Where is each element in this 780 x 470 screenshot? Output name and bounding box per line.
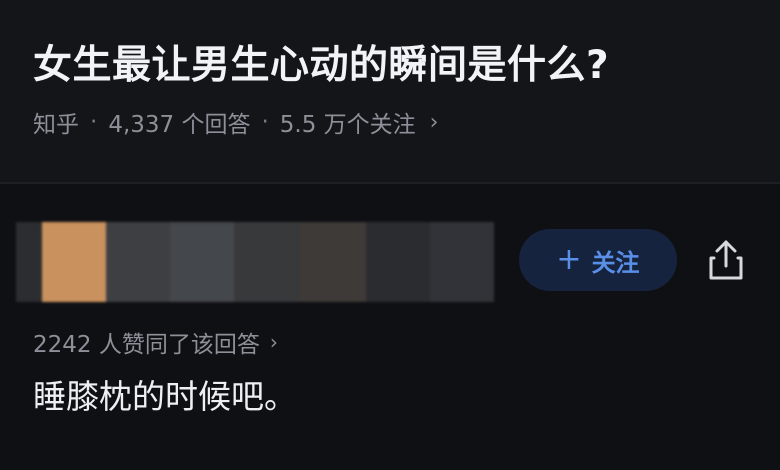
answers-count: 4,337 个回答 xyxy=(108,112,251,138)
answer-card: + 关注 2242 人赞同了该回答 › 睡膝枕的时候吧。 xyxy=(0,184,780,470)
chevron-right-icon: › xyxy=(269,330,278,354)
chevron-right-icon: › xyxy=(429,109,439,135)
follow-button[interactable]: + 关注 xyxy=(519,229,677,291)
blur-block xyxy=(366,222,430,302)
avatar xyxy=(42,222,106,302)
source-label: 知乎 xyxy=(33,112,79,138)
blur-block xyxy=(16,222,42,302)
share-button[interactable] xyxy=(700,234,752,286)
blur-block xyxy=(234,222,300,302)
answer-body: 睡膝枕的时候吧。 xyxy=(33,377,297,416)
share-icon xyxy=(709,240,743,280)
blur-block xyxy=(430,222,494,302)
meta-separator: · xyxy=(261,109,269,135)
author-info-blurred[interactable] xyxy=(16,222,494,302)
plus-icon: + xyxy=(556,242,582,277)
question-meta[interactable]: 知乎 · 4,337 个回答 · 5.5 万个关注 › xyxy=(33,104,438,140)
follow-label: 关注 xyxy=(591,248,640,277)
question-header: 女生最让男生心动的瞬间是什么? 知乎 · 4,337 个回答 · 5.5 万个关… xyxy=(0,0,780,182)
blur-block xyxy=(300,222,366,302)
blur-block xyxy=(170,222,234,302)
question-title[interactable]: 女生最让男生心动的瞬间是什么? xyxy=(33,38,609,94)
followers-count: 5.5 万个关注 xyxy=(279,112,416,138)
upvote-text: 2242 人赞同了该回答 xyxy=(33,332,260,358)
meta-separator: · xyxy=(90,109,98,135)
upvote-info[interactable]: 2242 人赞同了该回答 › xyxy=(33,322,278,362)
blur-block xyxy=(106,222,170,302)
